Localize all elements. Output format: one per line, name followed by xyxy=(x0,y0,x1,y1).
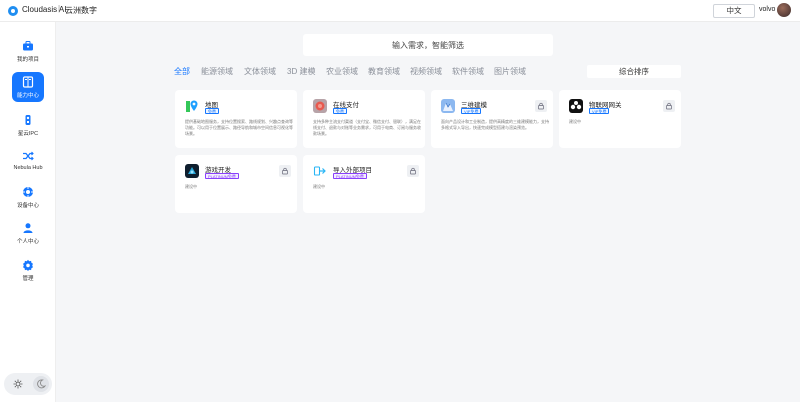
card-description: 建设中 xyxy=(569,119,581,124)
language-button[interactable]: 中文 xyxy=(713,4,755,18)
sidebar-item-admin[interactable]: 管理 xyxy=(0,259,56,291)
username[interactable]: volvo xyxy=(759,6,775,13)
lock-button[interactable] xyxy=(279,165,291,177)
game-dev-icon xyxy=(185,164,199,178)
sidebar-item-my-projects[interactable]: 我的项目 xyxy=(0,40,56,72)
sidebar-item-ipc[interactable]: 星云IPC xyxy=(0,114,56,146)
payment-icon xyxy=(313,99,327,113)
sidebar-item-label: 我的项目 xyxy=(16,57,39,63)
model-3d-icon xyxy=(441,99,455,113)
sort-dropdown[interactable]: 综合排序 xyxy=(587,65,681,78)
capability-card-iot-gateway[interactable]: 物联网网关 VIP免费 建设中 xyxy=(559,90,681,148)
gear-icon xyxy=(23,259,33,271)
filter-3d-modeling[interactable]: 3D 建模 xyxy=(287,66,315,77)
sidebar-item-capability-center[interactable]: 能力中心 xyxy=(12,72,44,102)
sidebar-item-label: 星云IPC xyxy=(17,131,39,137)
sidebar-item-device-center[interactable]: 设备中心 xyxy=(0,186,56,218)
card-description: 支持多种主流支付渠道（支付宝、微信支付、银联），满足在线支付、退款与对账等业务需… xyxy=(313,119,421,136)
lock-icon xyxy=(666,102,672,110)
import-icon xyxy=(313,164,327,178)
filter-energy[interactable]: 能源领域 xyxy=(201,66,233,77)
sidebar-item-label: Nebula Hub xyxy=(13,165,43,171)
filter-video[interactable]: 视频领域 xyxy=(410,66,442,77)
device-icon xyxy=(23,187,33,197)
filter-education[interactable]: 教育领域 xyxy=(368,66,400,77)
lock-button[interactable] xyxy=(407,165,419,177)
lock-icon xyxy=(282,167,288,175)
sidebar-item-label: 能力中心 xyxy=(16,93,39,99)
shuffle-icon xyxy=(23,151,34,161)
sidebar-item-nebula-hub[interactable]: Nebula Hub xyxy=(0,150,56,182)
sidebar-item-label: 设备中心 xyxy=(16,203,39,209)
capability-card-import-project[interactable]: 导入外部项目 PLATINUM免费 建设中 xyxy=(303,155,425,213)
brand-subtitle: 云洲数字 xyxy=(65,6,97,15)
card-description: 提供基础地图服务，支持位置搜索、路线规划、兴趣点查询等功能。可以用于位置展示、路… xyxy=(185,119,293,136)
user-icon xyxy=(23,223,33,233)
dark-mode-button[interactable] xyxy=(33,376,49,392)
ipc-icon xyxy=(25,115,31,125)
sun-icon[interactable] xyxy=(13,379,23,389)
filter-agriculture[interactable]: 农业领域 xyxy=(326,66,358,77)
capability-card-game-dev[interactable]: 游戏开发 PLATINUM免费 建设中 xyxy=(175,155,297,213)
sidebar-item-label: 个人中心 xyxy=(16,239,39,245)
price-badge: VIP免费 xyxy=(461,108,482,114)
theme-toggle[interactable] xyxy=(4,373,52,395)
lock-icon xyxy=(538,102,544,110)
lock-button[interactable] xyxy=(535,100,547,112)
capability-card-map[interactable]: 地图 免费 提供基础地图服务，支持位置搜索、路线规划、兴趣点查询等功能。可以用于… xyxy=(175,90,297,148)
brand-separator: | xyxy=(58,4,61,13)
lock-icon xyxy=(410,167,416,175)
iot-gateway-icon xyxy=(569,99,583,113)
cloudasis-logo-icon xyxy=(8,6,18,16)
card-description: 建设中 xyxy=(185,184,197,189)
moon-icon xyxy=(37,379,46,389)
filter-software[interactable]: 软件领域 xyxy=(452,66,484,77)
price-badge: PLATINUM免费 xyxy=(205,173,239,179)
filter-sports[interactable]: 文体领域 xyxy=(244,66,276,77)
sidebar: 我的项目 能力中心 星云IPC Nebula Hub 设备中心 个人中心 管理 xyxy=(0,22,56,402)
price-badge: 免费 xyxy=(333,108,347,114)
briefcase-icon xyxy=(23,41,33,51)
card-description: 建设中 xyxy=(313,184,325,189)
lock-button[interactable] xyxy=(663,100,675,112)
capability-card-online-payment[interactable]: 在线支付 免费 支持多种主流支付渠道（支付宝、微信支付、银联），满足在线支付、退… xyxy=(303,90,425,148)
sidebar-item-personal-center[interactable]: 个人中心 xyxy=(0,222,56,254)
sidebar-item-label: 管理 xyxy=(22,276,34,282)
avatar[interactable] xyxy=(777,3,791,17)
search-input[interactable] xyxy=(303,34,553,56)
top-bar: Cloudasis AI | 云洲数字 中文 volvo xyxy=(0,0,800,22)
capability-icon xyxy=(22,76,34,88)
price-badge: 免费 xyxy=(205,108,219,114)
price-badge: PLATINUM免费 xyxy=(333,173,367,179)
card-description: 面向产品设计和工业制造，提供高精度的三维建模能力，支持多格式导入导出，快速完成模… xyxy=(441,119,549,130)
map-pin-icon xyxy=(185,99,199,113)
price-badge: VIP免费 xyxy=(589,108,610,114)
filter-all[interactable]: 全部 xyxy=(174,66,190,77)
filter-images[interactable]: 图片领域 xyxy=(494,66,526,77)
capability-card-3d-modeling[interactable]: 三维建模 VIP免费 面向产品设计和工业制造，提供高精度的三维建模能力，支持多格… xyxy=(431,90,553,148)
